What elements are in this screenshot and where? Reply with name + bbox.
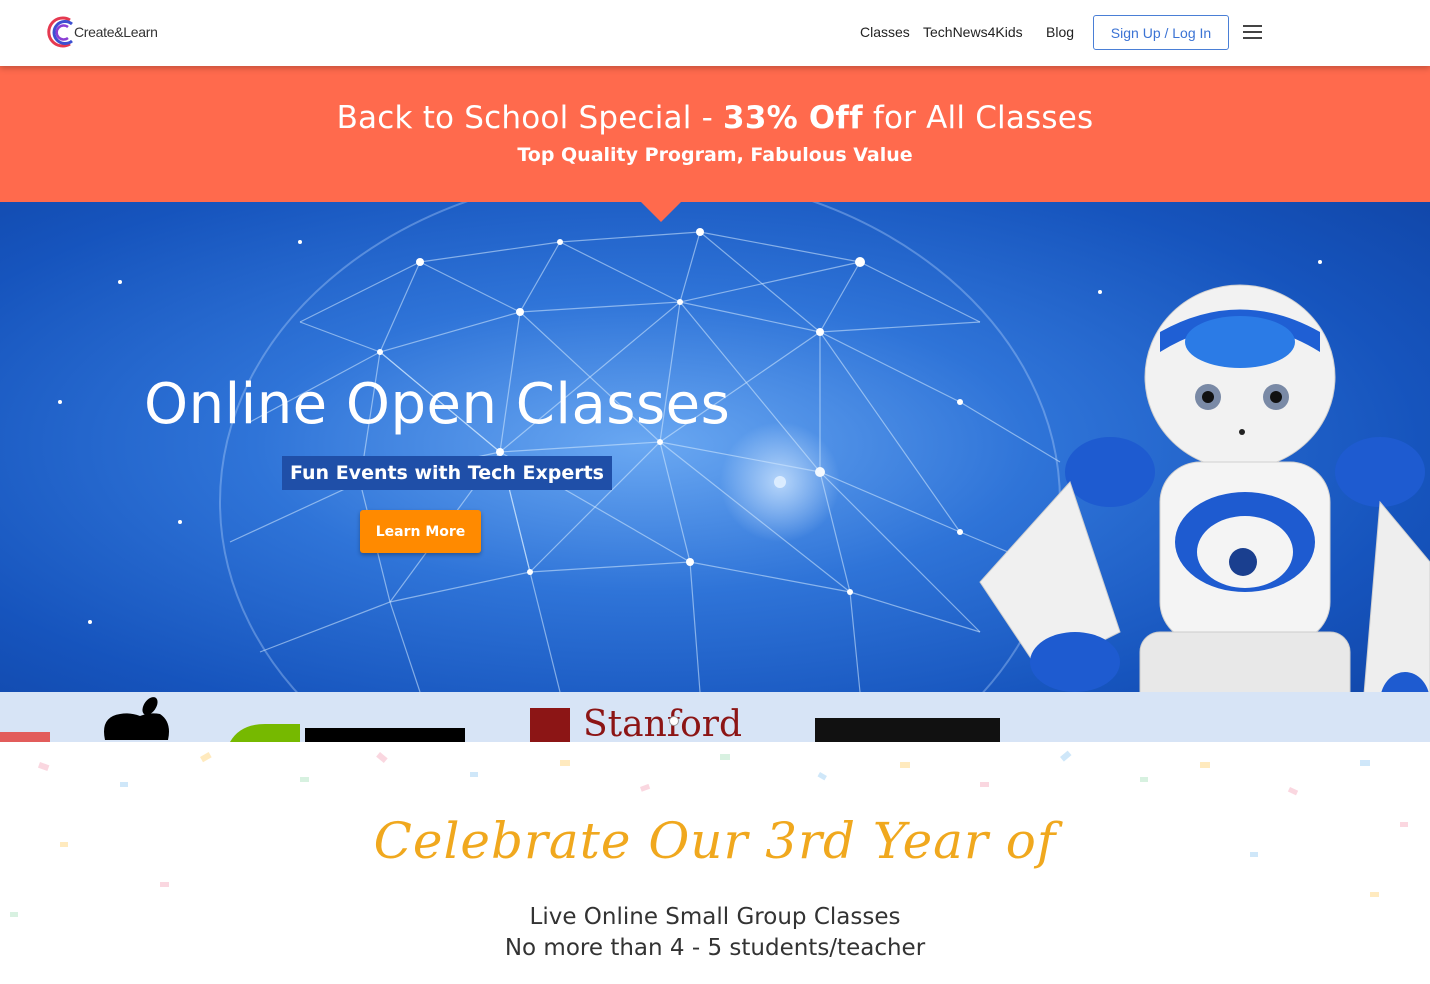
celebrate-line-1: Live Online Small Group Classes xyxy=(529,904,901,930)
partner-logos-strip: Stanford xyxy=(0,692,1430,742)
promo-banner[interactable]: Back to School Special - 33% Off for All… xyxy=(0,66,1430,202)
hero-title: Online Open Classes xyxy=(144,372,731,437)
hero-carousel: Online Open Classes Fun Events with Tech… xyxy=(0,202,1430,742)
stanford-logo-text: Stanford xyxy=(583,704,743,742)
promo-subheadline: Top Quality Program, Fabulous Value xyxy=(517,144,913,166)
carousel-indicator-dot[interactable] xyxy=(669,716,679,726)
logo[interactable]: Create&Learn xyxy=(44,14,158,50)
celebrate-heading: Celebrate Our 3rd Year of xyxy=(373,812,1057,870)
learn-more-button[interactable]: Learn More xyxy=(360,510,481,553)
network-globe-background xyxy=(58,202,1430,742)
robot-illustration xyxy=(979,284,1430,742)
nav-technews4kids[interactable]: TechNews4Kids xyxy=(923,24,1023,40)
hero-subtitle: Fun Events with Tech Experts xyxy=(282,456,612,490)
hamburger-menu-icon[interactable] xyxy=(1243,25,1263,39)
signup-login-button[interactable]: Sign Up / Log In xyxy=(1093,15,1229,50)
nav-classes[interactable]: Classes xyxy=(860,24,910,40)
celebrate-line-2: No more than 4 - 5 students/teacher xyxy=(504,935,926,961)
logo-icon xyxy=(44,14,76,50)
logo-text: Create&Learn xyxy=(74,24,158,40)
nav-blog[interactable]: Blog xyxy=(1046,24,1074,40)
promo-headline: Back to School Special - 33% Off for All… xyxy=(336,100,1094,136)
promo-banner-pointer xyxy=(641,202,681,222)
celebrate-section: Celebrate Our 3rd Year of Live Online Sm… xyxy=(0,742,1430,984)
nvidia-logo-icon xyxy=(230,724,300,742)
apple-logo-icon xyxy=(104,713,169,740)
site-header: Create&Learn Classes TechNews4Kids Blog … xyxy=(0,0,1430,66)
roblox-logo-icon xyxy=(815,718,1000,742)
stanford-logo-icon xyxy=(530,708,570,742)
